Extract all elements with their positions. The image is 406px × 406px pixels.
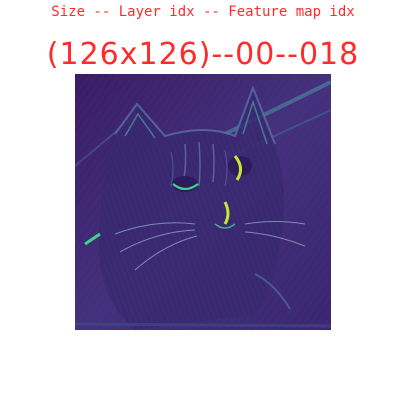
feature-map-title: (126x126)--00--018 (46, 37, 360, 72)
feature-map-image (75, 74, 331, 330)
caption-text: Size -- Layer idx -- Feature map idx (51, 4, 355, 20)
left-eye (172, 176, 199, 192)
edge-highlight (75, 322, 331, 328)
figure-canvas: Size -- Layer idx -- Feature map idx (12… (0, 0, 406, 406)
